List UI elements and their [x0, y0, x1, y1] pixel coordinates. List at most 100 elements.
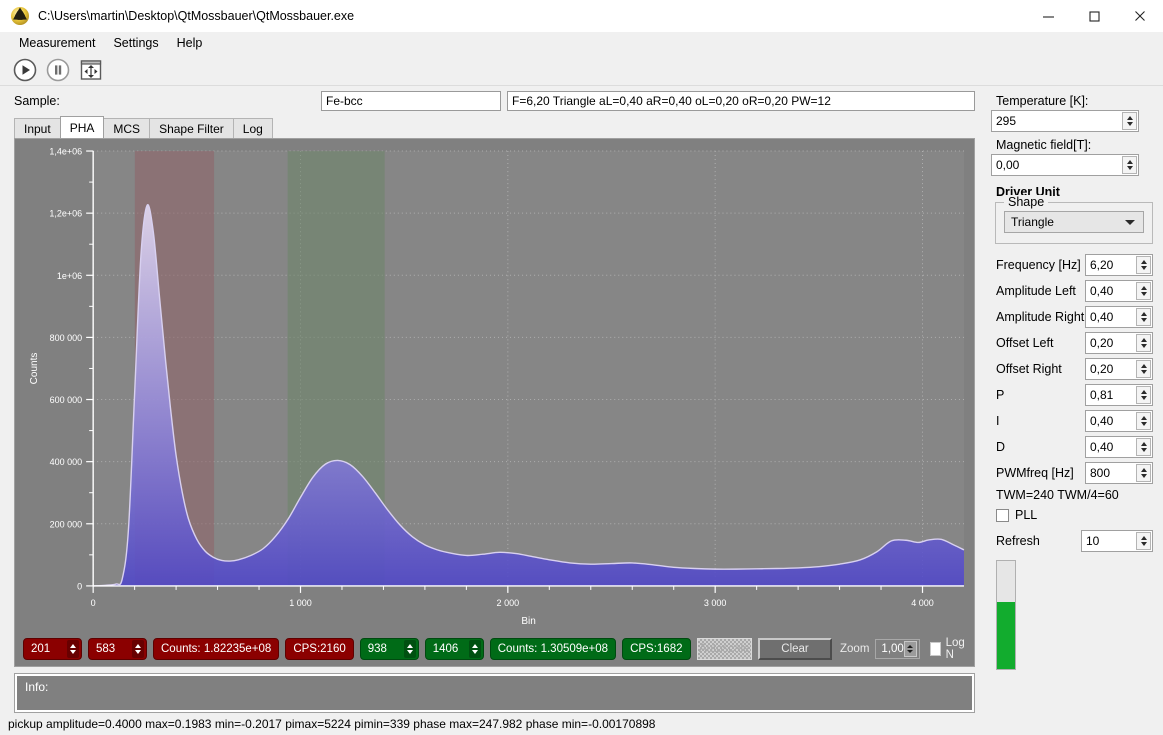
amplitude-right-label: Amplitude Right [996, 310, 1085, 324]
offset-left-field[interactable]: 0,20 [1085, 332, 1153, 354]
chevron-down-icon[interactable] [1125, 220, 1135, 225]
pwmfreq-field[interactable]: 800 [1085, 462, 1153, 484]
close-button[interactable] [1117, 0, 1163, 32]
temperature-value: 295 [996, 114, 1122, 128]
play-icon[interactable] [12, 57, 38, 83]
pha-control-bar: 201 583 Counts: 1.82235e+08 CPS:2160 938 [15, 632, 974, 666]
svg-text:0: 0 [77, 581, 82, 591]
window1-end-value: 583 [96, 643, 126, 655]
zoom-label: Zoom [840, 643, 869, 655]
window1-start-spinbox[interactable]: 201 [23, 638, 82, 660]
pha-tab-panel: 0200 000400 000600 000800 0001e+061,2e+0… [14, 138, 975, 667]
svg-text:0: 0 [91, 598, 96, 608]
spin-arrows-icon[interactable] [469, 640, 481, 658]
window2-end-spinbox[interactable]: 1406 [425, 638, 484, 660]
spin-arrows-icon[interactable] [1136, 532, 1151, 550]
app-window: C:\Users\martin\Desktop\QtMossbauer\QtMo… [0, 0, 1163, 735]
spin-arrows-icon[interactable] [1136, 256, 1151, 274]
signal-level-fill [997, 602, 1015, 669]
amplitude-right-field[interactable]: 0,40 [1085, 306, 1153, 328]
spin-arrows-icon[interactable] [1136, 412, 1151, 430]
log-n-checkbox[interactable]: Log N [930, 637, 968, 661]
tab-bar: Input PHA MCS Shape Filter Log [0, 116, 985, 138]
refresh-value: 10 [1086, 534, 1136, 548]
tab-mcs[interactable]: MCS [103, 118, 150, 138]
autoscale-button[interactable]: Autoscale [697, 638, 753, 660]
checkbox-icon[interactable] [930, 642, 941, 656]
checkbox-icon[interactable] [996, 509, 1009, 522]
sample-row: Sample: Fe-bcc F=6,20 Triangle aL=0,40 a… [0, 86, 985, 116]
sample-description-input[interactable]: F=6,20 Triangle aL=0,40 aR=0,40 oL=0,20 … [507, 91, 975, 111]
d-field[interactable]: 0,40 [1085, 436, 1153, 458]
tab-pha[interactable]: PHA [60, 116, 105, 138]
spin-arrows-icon[interactable] [1136, 386, 1151, 404]
spin-arrows-icon[interactable] [67, 640, 79, 658]
offset-left-value: 0,20 [1090, 336, 1136, 350]
svg-text:800 000: 800 000 [50, 333, 83, 343]
window1-end-spinbox[interactable]: 583 [88, 638, 147, 660]
pha-chart-canvas[interactable]: 0200 000400 000600 000800 0001e+061,2e+0… [15, 139, 974, 632]
spin-arrows-icon[interactable] [1136, 308, 1151, 326]
shape-select[interactable]: Triangle [1004, 211, 1144, 233]
offset-right-value: 0,20 [1090, 362, 1136, 376]
p-row: P 0,81 [996, 384, 1153, 406]
spin-arrows-icon[interactable] [1136, 282, 1151, 300]
pwmfreq-value: 800 [1090, 466, 1136, 480]
svg-text:1e+06: 1e+06 [57, 271, 82, 281]
tab-log[interactable]: Log [233, 118, 273, 138]
spin-arrows-icon[interactable] [1136, 334, 1151, 352]
twm-text: TWM=240 TWM/4=60 [996, 488, 1157, 502]
spin-arrows-icon[interactable] [1136, 438, 1151, 456]
spin-arrows-icon[interactable] [1136, 464, 1151, 482]
i-field[interactable]: 0,40 [1085, 410, 1153, 432]
spin-arrows-icon[interactable] [1122, 156, 1137, 174]
main-area: Sample: Fe-bcc F=6,20 Triangle aL=0,40 a… [0, 86, 1163, 713]
menu-item-settings[interactable]: Settings [104, 34, 167, 52]
offset-right-field[interactable]: 0,20 [1085, 358, 1153, 380]
maximize-button[interactable] [1071, 0, 1117, 32]
spin-arrows-icon[interactable] [404, 640, 416, 658]
offset-left-row: Offset Left 0,20 [996, 332, 1153, 354]
sample-name-input[interactable]: Fe-bcc [321, 91, 501, 111]
clear-button[interactable]: Clear [758, 638, 832, 660]
left-column: Sample: Fe-bcc F=6,20 Triangle aL=0,40 a… [0, 86, 985, 713]
pll-checkbox[interactable]: PLL [996, 508, 1157, 522]
svg-text:600 000: 600 000 [50, 395, 83, 405]
window2-cps-display: CPS:1682 [622, 638, 690, 660]
amplitude-right-value: 0,40 [1090, 310, 1136, 324]
frequency-field[interactable]: 6,20 [1085, 254, 1153, 276]
svg-text:Bin: Bin [521, 616, 535, 627]
zoom-value: 1,00 [881, 643, 903, 655]
temperature-field[interactable]: 295 [991, 110, 1139, 132]
frequency-row: Frequency [Hz] 6,20 [996, 254, 1153, 276]
svg-text:3 000: 3 000 [704, 598, 727, 608]
title-bar: C:\Users\martin\Desktop\QtMossbauer\QtMo… [0, 0, 1163, 32]
refresh-label: Refresh [996, 534, 1081, 548]
menu-item-help[interactable]: Help [168, 34, 212, 52]
window1-start-value: 201 [31, 643, 61, 655]
menu-item-measurement[interactable]: Measurement [10, 34, 104, 52]
pha-chart[interactable]: 0200 000400 000600 000800 0001e+061,2e+0… [15, 139, 974, 632]
spin-arrows-icon[interactable] [904, 641, 917, 657]
minimize-button[interactable] [1025, 0, 1071, 32]
refresh-field[interactable]: 10 [1081, 530, 1153, 552]
pll-label: PLL [1015, 508, 1037, 522]
magnetic-field-label: Magnetic field[T]: [996, 138, 1157, 152]
spin-arrows-icon[interactable] [132, 640, 144, 658]
p-field[interactable]: 0,81 [1085, 384, 1153, 406]
frequency-label: Frequency [Hz] [996, 258, 1085, 272]
pwmfreq-row: PWMfreq [Hz] 800 [996, 462, 1153, 484]
offset-left-label: Offset Left [996, 336, 1085, 350]
amplitude-left-field[interactable]: 0,40 [1085, 280, 1153, 302]
svg-text:400 000: 400 000 [50, 457, 83, 467]
magnetic-field-field[interactable]: 0,00 [991, 154, 1139, 176]
fit-vertical-icon[interactable] [78, 57, 104, 83]
window2-start-spinbox[interactable]: 938 [360, 638, 419, 660]
pause-icon[interactable] [45, 57, 71, 83]
amplitude-left-row: Amplitude Left 0,40 [996, 280, 1153, 302]
spin-arrows-icon[interactable] [1136, 360, 1151, 378]
spin-arrows-icon[interactable] [1122, 112, 1137, 130]
zoom-spinbox[interactable]: 1,00 [875, 639, 919, 659]
tab-input[interactable]: Input [14, 118, 61, 138]
tab-shape-filter[interactable]: Shape Filter [149, 118, 234, 138]
